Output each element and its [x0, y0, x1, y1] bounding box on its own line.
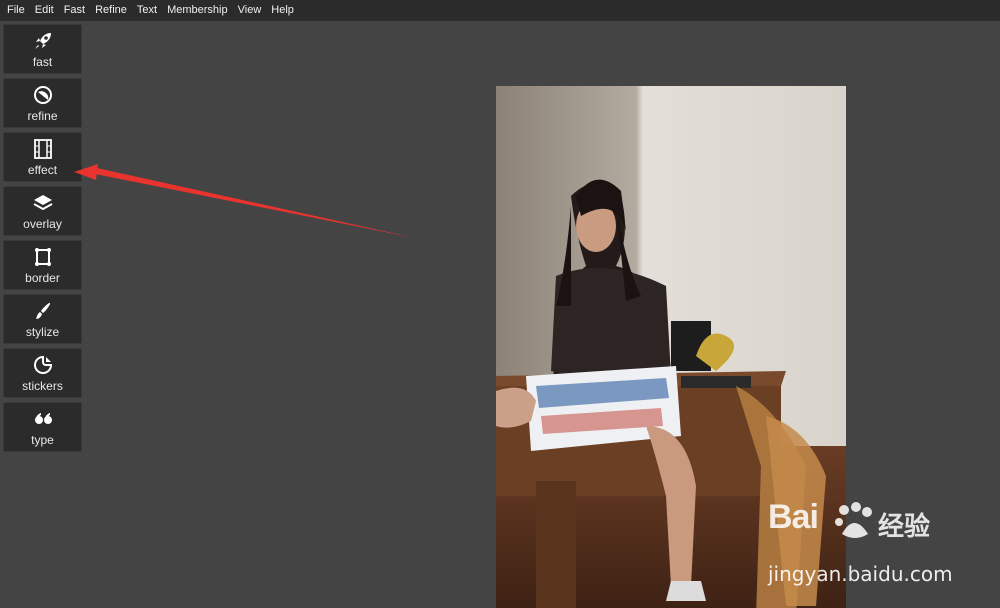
menu-membership[interactable]: Membership — [162, 0, 233, 21]
menu-text[interactable]: Text — [132, 0, 162, 21]
watermark-brand-cn: 经验 — [878, 511, 931, 541]
brush-icon — [32, 300, 54, 322]
refine-circle-icon — [32, 84, 54, 106]
tool-stickers-label: stickers — [22, 379, 63, 393]
tool-stylize-label: stylize — [25, 325, 60, 339]
tool-type-label: type — [31, 433, 54, 447]
tool-fast-label: fast — [32, 55, 53, 69]
rocket-icon — [32, 30, 54, 52]
tool-sidebar: fast refine effect overlay border styliz… — [3, 24, 82, 456]
tool-effect-button[interactable]: effect — [3, 132, 82, 182]
menu-help[interactable]: Help — [266, 0, 299, 21]
film-strip-icon — [32, 138, 54, 160]
sticker-icon — [32, 354, 54, 376]
layers-icon — [32, 192, 54, 214]
tool-type-button[interactable]: type — [3, 402, 82, 452]
baidu-watermark: Bai 经验 jingyan.baidu.com — [760, 496, 990, 596]
tool-overlay-label: overlay — [23, 217, 62, 231]
menu-bar: File Edit Fast Refine Text Membership Vi… — [0, 0, 1000, 21]
watermark-brand: Bai — [768, 498, 819, 536]
tool-refine-button[interactable]: refine — [3, 78, 82, 128]
menu-edit[interactable]: Edit — [30, 0, 59, 21]
tool-fast-button[interactable]: fast — [3, 24, 82, 74]
menu-file[interactable]: File — [2, 0, 30, 21]
tool-border-label: border — [25, 271, 60, 285]
tool-stylize-button[interactable]: stylize — [3, 294, 82, 344]
tool-overlay-button[interactable]: overlay — [3, 186, 82, 236]
tool-effect-label: effect — [27, 163, 58, 177]
frame-icon — [32, 246, 54, 268]
paw-icon — [835, 502, 872, 538]
menu-fast[interactable]: Fast — [59, 0, 90, 21]
menu-view[interactable]: View — [233, 0, 267, 21]
watermark-url: jingyan.baidu.com — [768, 562, 953, 586]
tool-stickers-button[interactable]: stickers — [3, 348, 82, 398]
quote-icon — [32, 408, 54, 430]
tool-border-button[interactable]: border — [3, 240, 82, 290]
tool-refine-label: refine — [27, 109, 58, 123]
menu-refine[interactable]: Refine — [90, 0, 132, 21]
